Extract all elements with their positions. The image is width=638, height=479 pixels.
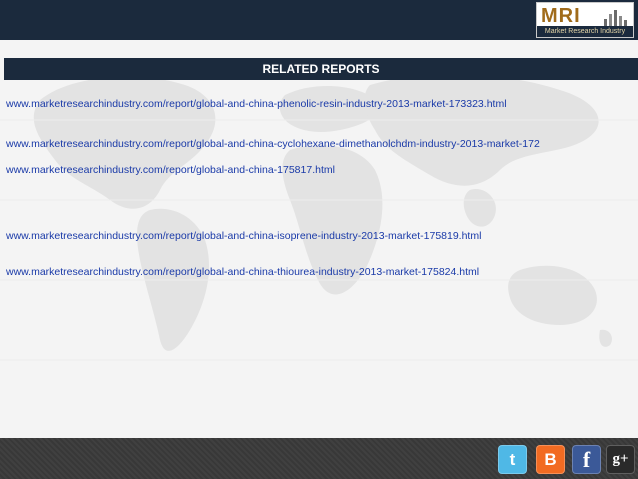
skyline-icon <box>604 10 627 27</box>
facebook-icon[interactable]: f <box>572 445 601 474</box>
report-link[interactable]: www.marketresearchindustry.com/report/gl… <box>6 230 481 242</box>
twitter-icon[interactable]: t <box>498 445 527 474</box>
blogger-icon[interactable]: B <box>536 445 565 474</box>
related-reports-heading: RELATED REPORTS <box>4 58 638 80</box>
logo-subtitle: Market Research Industry <box>537 26 633 37</box>
google-plus-icon[interactable]: g+ <box>606 445 635 474</box>
report-link[interactable]: www.marketresearchindustry.com/report/gl… <box>6 266 479 278</box>
report-link[interactable]: www.marketresearchindustry.com/report/gl… <box>6 98 507 110</box>
logo-mark: MRI <box>541 5 581 27</box>
report-link[interactable]: www.marketresearchindustry.com/report/gl… <box>6 138 540 150</box>
mri-logo[interactable]: MRI Market Research Industry <box>536 2 634 38</box>
report-link[interactable]: www.marketresearchindustry.com/report/gl… <box>6 164 335 176</box>
